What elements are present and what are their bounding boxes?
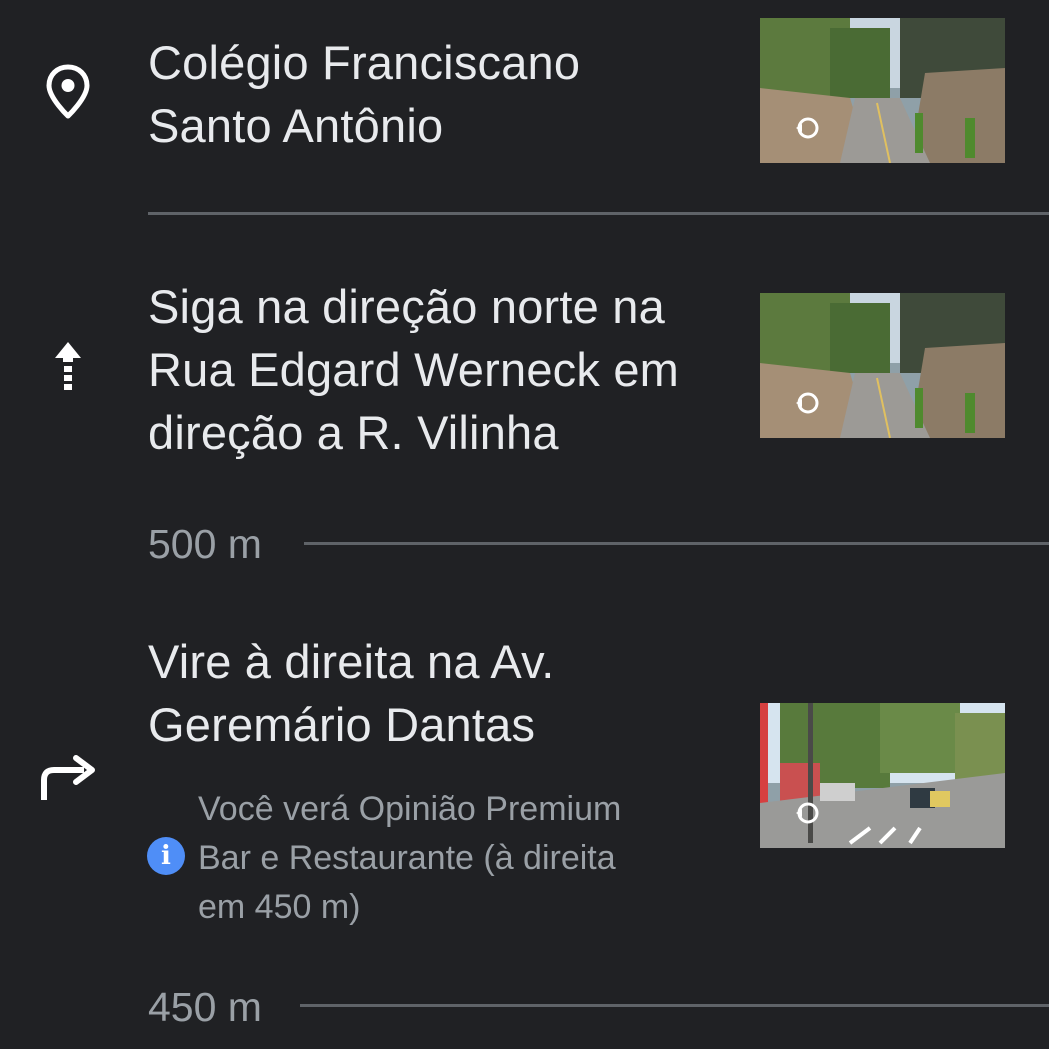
distance-divider xyxy=(300,1004,1049,1007)
location-pin-icon xyxy=(46,64,90,119)
instruction-text: Vire à direita na Av. Geremário Dantas xyxy=(148,630,555,756)
hint-line-1: Você verá Opinião Premium xyxy=(198,790,622,828)
street-view-thumbnail[interactable] xyxy=(760,18,1005,163)
landmark-hint: Você verá Opinião Premium Bar e Restaura… xyxy=(198,785,698,932)
street-view-thumbnail[interactable] xyxy=(760,293,1005,438)
divider xyxy=(148,212,1049,215)
hint-line-2: Bar e Restaurante (à direita xyxy=(198,839,616,877)
instruction-line-3: direção a R. Vilinha xyxy=(148,406,559,459)
instruction-line-2: Geremário Dantas xyxy=(148,698,536,751)
destination-name-line-1: Colégio Franciscano xyxy=(148,36,581,89)
distance-label: 500 m xyxy=(148,521,262,567)
hint-line-3: em 450 m) xyxy=(198,888,361,926)
distance-divider xyxy=(304,542,1049,545)
instruction-line-1: Vire à direita na Av. xyxy=(148,635,555,688)
destination-name: Colégio Franciscano Santo Antônio xyxy=(148,31,580,157)
turn-right-icon xyxy=(41,755,95,800)
distance-label: 450 m xyxy=(148,984,262,1030)
street-view-thumbnail[interactable] xyxy=(760,703,1005,848)
destination-name-line-2: Santo Antônio xyxy=(148,99,444,152)
instruction-text: Siga na direção norte na Rua Edgard Wern… xyxy=(148,275,679,464)
instruction-line-1: Siga na direção norte na xyxy=(148,280,665,333)
instruction-line-2: Rua Edgard Werneck em xyxy=(148,343,680,396)
street-view-image xyxy=(760,18,1005,163)
straight-arrow-icon xyxy=(55,342,81,390)
info-icon: i xyxy=(147,837,185,875)
street-view-image xyxy=(760,293,1005,438)
street-view-image xyxy=(760,703,1005,848)
